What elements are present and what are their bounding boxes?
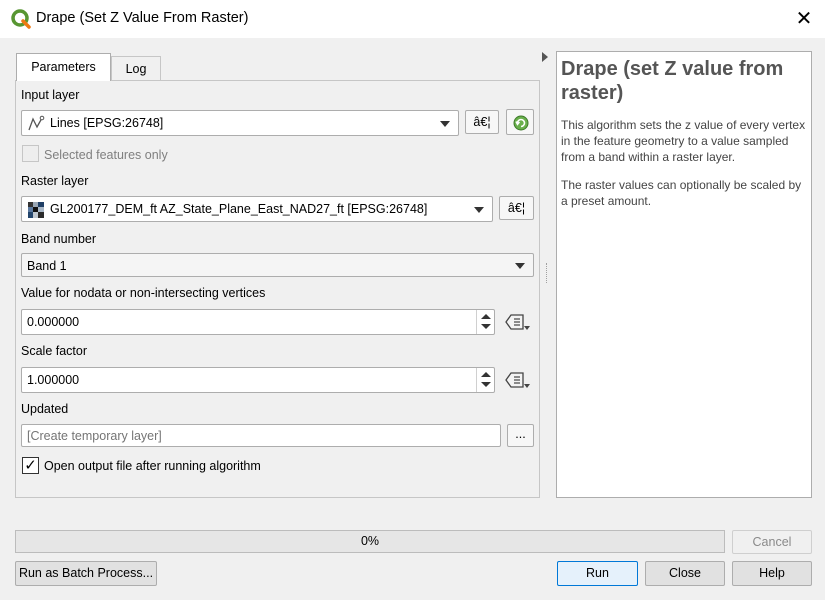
refresh-button[interactable] <box>506 109 534 135</box>
panel-splitter[interactable] <box>546 263 549 283</box>
raster-layer-icon <box>28 202 44 218</box>
input-layer-value: Lines [EPSG:26748] <box>50 116 164 130</box>
progress-text: 0% <box>360 534 380 548</box>
nodata-input[interactable]: 0.000000 <box>21 309 495 335</box>
input-layer-label: Input layer <box>21 88 80 102</box>
dropdown-arrow-icon <box>440 121 450 127</box>
scale-factor-value: 1.000000 <box>27 373 80 387</box>
cancel-button[interactable]: Cancel <box>732 530 812 554</box>
spin-up-icon <box>481 372 491 377</box>
spin-up-icon <box>481 314 491 319</box>
checkmark-icon: ✓ <box>24 457 37 474</box>
line-layer-icon <box>27 115 45 133</box>
window-title: Drape (Set Z Value From Raster) <box>36 10 249 26</box>
band-number-value: Band 1 <box>27 259 67 273</box>
nodata-spinner[interactable] <box>476 310 494 334</box>
tab-parameters[interactable]: Parameters <box>16 53 111 81</box>
input-layer-combo[interactable]: Lines [EPSG:26748] <box>21 110 459 136</box>
help-title: Drape (set Z value from raster) <box>561 58 784 104</box>
tab-log[interactable]: Log <box>111 56 161 81</box>
nodata-data-defined-button[interactable] <box>503 310 533 334</box>
spin-down-icon <box>481 382 491 387</box>
dropdown-arrow-icon <box>515 263 525 269</box>
raster-layer-value: GL200177_DEM_ft AZ_State_Plane_East_NAD2… <box>50 202 428 216</box>
scale-factor-label: Scale factor <box>21 344 88 358</box>
band-number-label: Band number <box>21 232 97 246</box>
help-description: This algorithm sets the z value of every… <box>561 118 806 164</box>
band-number-combo[interactable]: Band 1 <box>21 253 534 277</box>
collapse-arrow-icon[interactable] <box>542 52 548 62</box>
raster-layer-more-button[interactable]: â€¦ <box>499 196 534 220</box>
spin-down-icon <box>481 324 491 329</box>
progress-bar: 0% <box>15 530 725 553</box>
selected-features-label: Selected features only <box>44 148 168 162</box>
input-layer-more-button[interactable]: â€¦ <box>465 110 499 134</box>
selected-features-checkbox[interactable] <box>22 145 39 162</box>
qgis-logo-icon <box>10 8 32 30</box>
output-layer-input[interactable] <box>21 424 501 447</box>
help-description-scaling: The raster values can optionally be scal… <box>561 178 802 208</box>
help-button[interactable]: Help <box>732 561 812 586</box>
open-output-checkbox[interactable]: ✓ <box>22 457 39 474</box>
run-batch-button[interactable]: Run as Batch Process... <box>15 561 157 586</box>
scale-factor-spinner[interactable] <box>476 368 494 392</box>
nodata-label: Value for nodata or non-intersecting ver… <box>21 286 266 300</box>
dropdown-arrow-icon <box>474 207 484 213</box>
nodata-value: 0.000000 <box>27 315 80 329</box>
open-output-label: Open output file after running algorithm <box>44 459 261 473</box>
output-browse-button[interactable]: ... <box>507 424 534 447</box>
scale-factor-input[interactable]: 1.000000 <box>21 367 495 393</box>
data-defined-icon <box>503 310 533 334</box>
close-button[interactable]: Close <box>645 561 725 586</box>
run-button[interactable]: Run <box>557 561 638 586</box>
raster-layer-label: Raster layer <box>21 174 89 188</box>
scale-data-defined-button[interactable] <box>503 368 533 392</box>
updated-label: Updated <box>21 402 69 416</box>
raster-layer-combo[interactable]: GL200177_DEM_ft AZ_State_Plane_East_NAD2… <box>21 196 493 222</box>
close-icon[interactable]: ✕ <box>790 6 818 32</box>
data-defined-icon <box>503 368 533 392</box>
refresh-icon <box>512 114 530 132</box>
